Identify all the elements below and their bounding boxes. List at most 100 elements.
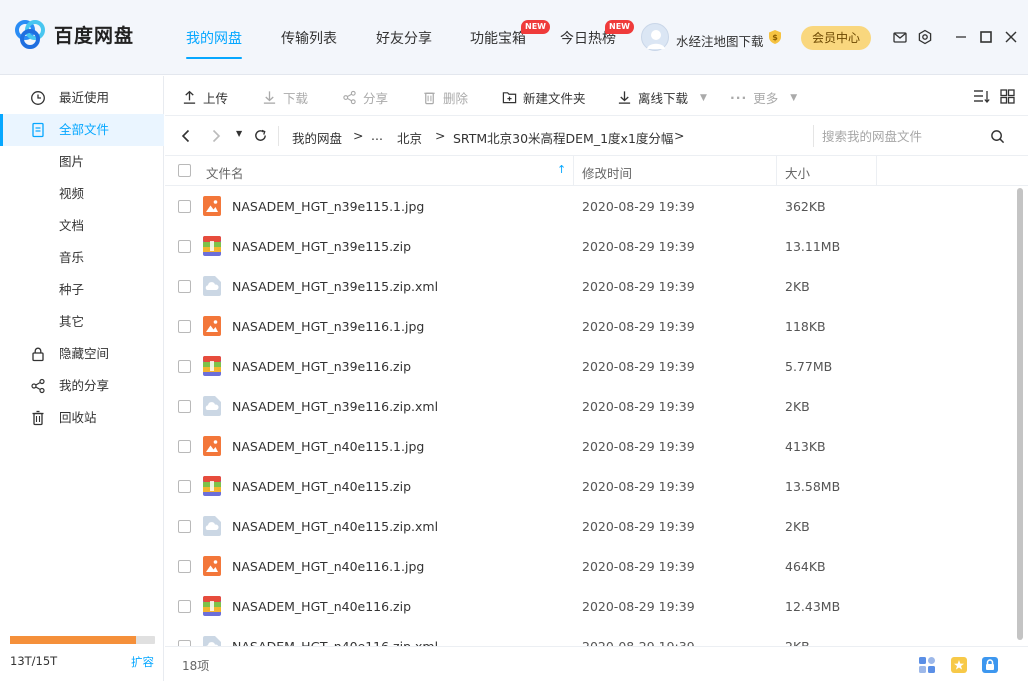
tab-transfer-list[interactable]: 传输列表	[281, 28, 337, 48]
breadcrumb-ellipsis[interactable]: ...	[371, 128, 383, 143]
upload-button[interactable]: 上传	[182, 88, 228, 107]
row-checkbox[interactable]	[178, 520, 191, 533]
more-button[interactable]: ··· 更多 ▼	[730, 88, 797, 107]
sidebar-item-documents[interactable]: 文档	[0, 210, 164, 242]
maximize-icon[interactable]	[978, 29, 994, 45]
row-checkbox[interactable]	[178, 240, 191, 253]
tab-toolbox[interactable]: 功能宝箱	[470, 28, 526, 48]
breadcrumb-root[interactable]: 我的网盘	[292, 128, 342, 147]
table-row[interactable]: NASADEM_HGT_n40e115.zip.xml 2020-08-29 19…	[165, 506, 1015, 546]
file-name[interactable]: NASADEM_HGT_n40e116.zip	[232, 599, 411, 614]
row-checkbox[interactable]	[178, 600, 191, 613]
row-checkbox[interactable]	[178, 480, 191, 493]
file-name[interactable]: NASADEM_HGT_n39e116.zip.xml	[232, 399, 438, 414]
new-badge: NEW	[605, 20, 634, 34]
cloud-file-icon	[203, 516, 221, 536]
back-icon[interactable]	[180, 129, 192, 143]
mail-icon[interactable]	[892, 29, 908, 45]
sidebar-item-torrents[interactable]: 种子	[0, 274, 164, 306]
row-checkbox[interactable]	[178, 320, 191, 333]
row-checkbox[interactable]	[178, 560, 191, 573]
apps-icon[interactable]	[917, 655, 937, 675]
breadcrumb-folder[interactable]: 北京	[397, 128, 422, 147]
file-name[interactable]: NASADEM_HGT_n40e115.zip.xml	[232, 519, 438, 534]
image-file-icon	[203, 196, 221, 216]
table-row[interactable]: NASADEM_HGT_n40e115.zip 2020-08-29 19:39 1…	[165, 466, 1015, 506]
sidebar-item-images[interactable]: 图片	[0, 146, 164, 178]
sort-ascending-icon[interactable]: ↑	[557, 163, 566, 176]
column-header-name[interactable]: 文件名	[206, 163, 244, 182]
table-row[interactable]: NASADEM_HGT_n39e115.1.jpg 2020-08-29 19:3…	[165, 186, 1015, 226]
sidebar-item-music[interactable]: 音乐	[0, 242, 164, 274]
sidebar-item-recycle-bin[interactable]: 回收站	[0, 402, 164, 434]
file-modified: 2020-08-29 19:39	[582, 439, 695, 454]
file-name[interactable]: NASADEM_HGT_n39e115.1.jpg	[232, 199, 424, 214]
sidebar-item-recent[interactable]: 最近使用	[0, 82, 164, 114]
cloud-file-icon	[203, 636, 221, 646]
file-name[interactable]: NASADEM_HGT_n40e116.zip.xml	[232, 639, 438, 646]
close-icon[interactable]	[1003, 29, 1019, 45]
sidebar-item-other[interactable]: 其它	[0, 306, 164, 338]
tab-friend-share[interactable]: 好友分享	[376, 28, 432, 48]
chevron-down-icon[interactable]: ▼	[700, 93, 707, 103]
tab-my-netdisk[interactable]: 我的网盘	[186, 28, 242, 48]
file-name[interactable]: NASADEM_HGT_n39e116.zip	[232, 359, 411, 374]
table-row[interactable]: NASADEM_HGT_n40e116.zip 2020-08-29 19:39 1…	[165, 586, 1015, 626]
sidebar-item-hidden-space[interactable]: 隐藏空间	[0, 338, 164, 370]
username[interactable]: 水经注地图下载	[676, 31, 764, 50]
file-name[interactable]: NASADEM_HGT_n39e115.zip.xml	[232, 279, 438, 294]
search-input[interactable]	[813, 125, 1019, 147]
scrollbar[interactable]	[1017, 188, 1023, 640]
row-checkbox[interactable]	[178, 400, 191, 413]
file-name[interactable]: NASADEM_HGT_n39e115.zip	[232, 239, 411, 254]
table-row[interactable]: NASADEM_HGT_n39e115.zip 2020-08-29 19:39 1…	[165, 226, 1015, 266]
notes-icon[interactable]	[949, 655, 969, 675]
grid-view-icon[interactable]	[1000, 89, 1015, 104]
row-checkbox[interactable]	[178, 440, 191, 453]
table-row[interactable]: NASADEM_HGT_n39e116.zip 2020-08-29 19:39 5…	[165, 346, 1015, 386]
offline-download-button[interactable]: 离线下载 ▼	[617, 88, 707, 107]
column-header-modified[interactable]: 修改时间	[582, 163, 632, 182]
column-divider[interactable]	[573, 156, 574, 186]
breadcrumb-current[interactable]: SRTM北京30米高程DEM_1度x1度分幅	[453, 128, 673, 147]
download-button[interactable]: 下载	[262, 88, 308, 107]
row-checkbox[interactable]	[178, 200, 191, 213]
search-icon[interactable]	[990, 129, 1005, 144]
table-row[interactable]: NASADEM_HGT_n39e116.1.jpg 2020-08-29 19:3…	[165, 306, 1015, 346]
column-divider[interactable]	[776, 156, 777, 186]
avatar[interactable]	[641, 23, 669, 51]
sort-icon[interactable]	[973, 89, 990, 104]
forward-icon[interactable]	[210, 129, 222, 143]
history-dropdown-icon[interactable]: ▼	[236, 129, 242, 138]
table-row[interactable]: NASADEM_HGT_n39e116.zip.xml 2020-08-29 19…	[165, 386, 1015, 426]
row-checkbox[interactable]	[178, 280, 191, 293]
file-table-header: 文件名 ↑ 修改时间 大小	[165, 156, 1028, 186]
table-row[interactable]: NASADEM_HGT_n40e116.zip.xml 2020-08-29 19…	[165, 626, 1015, 646]
safe-box-icon[interactable]	[980, 655, 1000, 675]
expand-storage-link[interactable]: 扩容	[131, 654, 154, 670]
sidebar-item-my-share[interactable]: 我的分享	[0, 370, 164, 402]
refresh-icon[interactable]	[253, 128, 268, 143]
delete-button[interactable]: 删除	[422, 88, 468, 107]
table-row[interactable]: NASADEM_HGT_n40e115.1.jpg 2020-08-29 19:3…	[165, 426, 1015, 466]
file-name[interactable]: NASADEM_HGT_n40e115.zip	[232, 479, 411, 494]
file-size: 13.58MB	[785, 479, 841, 494]
file-name[interactable]: NASADEM_HGT_n39e116.1.jpg	[232, 319, 424, 334]
column-header-size[interactable]: 大小	[785, 163, 810, 182]
sidebar-item-all-files[interactable]: 全部文件	[0, 114, 164, 146]
vip-center-button[interactable]: 会员中心	[801, 26, 871, 50]
sidebar-item-videos[interactable]: 视频	[0, 178, 164, 210]
new-folder-button[interactable]: 新建文件夹	[502, 88, 586, 107]
file-name[interactable]: NASADEM_HGT_n40e116.1.jpg	[232, 559, 424, 574]
user-avatar-icon	[647, 30, 665, 49]
table-row[interactable]: NASADEM_HGT_n40e116.1.jpg 2020-08-29 19:3…	[165, 546, 1015, 586]
share-button[interactable]: 分享	[342, 88, 388, 107]
settings-icon[interactable]	[917, 29, 933, 45]
select-all-checkbox[interactable]	[178, 164, 191, 177]
minimize-icon[interactable]	[953, 29, 969, 45]
row-checkbox[interactable]	[178, 360, 191, 373]
file-size: 118KB	[785, 319, 826, 334]
column-divider[interactable]	[876, 156, 877, 186]
file-name[interactable]: NASADEM_HGT_n40e115.1.jpg	[232, 439, 424, 454]
table-row[interactable]: NASADEM_HGT_n39e115.zip.xml 2020-08-29 19…	[165, 266, 1015, 306]
